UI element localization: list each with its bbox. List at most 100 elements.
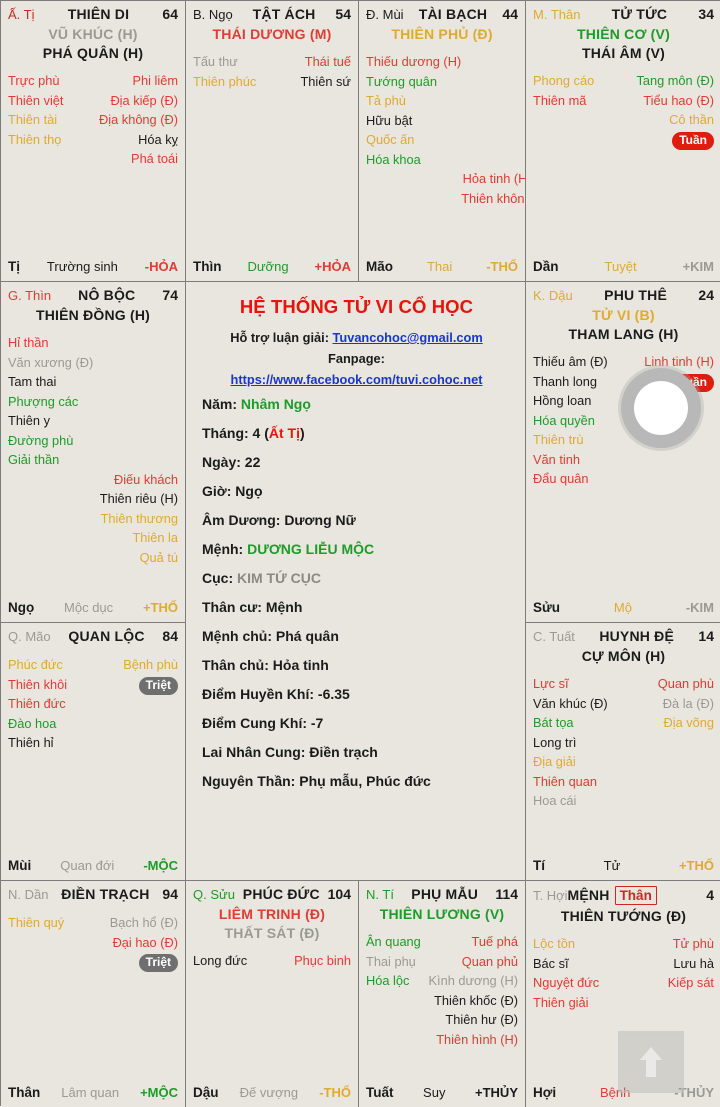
palace-age: 14 (698, 628, 714, 644)
palace-header: Đ. Mùi TÀI BẠCH 44 (366, 6, 518, 23)
palace-lifecycle: Tử (603, 858, 621, 873)
palace-footer: Mùi Quan đới -MỘC (8, 858, 178, 880)
palace-name: NÔ BỘC (78, 287, 136, 303)
minor-star: Văn khúc (Đ) (533, 695, 608, 711)
palace-element: -HỎA (144, 259, 178, 274)
palace-name: PHÚC ĐỨC (242, 886, 320, 902)
minor-stars: Phúc đức Thiên khôi Thiên đức Đào hoa Thiên … (8, 655, 178, 858)
minor-star: Nguyệt đức (533, 975, 600, 990)
minor-star: Hỉ thần (8, 335, 49, 350)
info-label: Mệnh: (202, 541, 248, 557)
info-label: Cục: (202, 570, 237, 586)
minor-star: Phục binh (294, 953, 351, 968)
minor-stars-right: Hỏa tinh (H) Thiên không (461, 169, 525, 259)
minor-stars-right: Linh tinh (H) Tuần (644, 352, 714, 600)
major-star: THIÊN TƯỚNG (Đ) (560, 908, 687, 924)
palace-quan-lộc[interactable]: Q. Mão QUAN LỘC 84 Phúc đức Thiên khôi Thiên … (1, 623, 186, 881)
palace-stem-branch: Ấ. Tị (8, 7, 35, 22)
palace-lifecycle: Mộc dục (64, 600, 114, 615)
info-row: Nguyên Thần: Phụ mẫu, Phúc đức (202, 767, 511, 796)
minor-star: Văn tinh (533, 451, 580, 467)
minor-star: Phi liêm (132, 73, 178, 88)
info-label-close: ) (300, 425, 305, 441)
palace-phụ-mẫu[interactable]: N. Tí PHỤ MẪU 114 THIÊN LƯƠNG (V) Ân quang Th… (359, 881, 526, 1107)
major-stars: THIÊN TƯỚNG (Đ) (533, 907, 714, 926)
palace-element: +THỦY (475, 1085, 518, 1100)
palace-lifecycle: Lâm quan (61, 1085, 120, 1100)
major-stars: THIÊN LƯƠNG (V) (366, 905, 518, 924)
major-star: CỰ MÔN (H) (581, 648, 666, 664)
palace-footer: Mão Thai -THỔ (366, 259, 518, 281)
palace-name: PHU THÊ (604, 287, 668, 303)
info-row: Mệnh: DƯƠNG LIỄU MỘC (202, 535, 511, 564)
major-star: PHÁ QUÂN (H) (42, 45, 144, 61)
minor-star: Quan phù (657, 676, 714, 691)
minor-stars-right: Tang môn (Đ) Tiểu hao (Đ) Cô thần Tuần (636, 71, 714, 259)
minor-stars-left: Ân quang Thai phụ Hóa lộc (366, 932, 421, 1085)
palace-stem-branch: B. Ngọ (193, 7, 233, 22)
palace-name: TẬT ÁCH (252, 6, 316, 22)
tuan-tag: Tuần (672, 131, 714, 150)
minor-star: Điếu khách (113, 471, 178, 487)
palace-footer: Tị Trường sinh -HỎA (8, 259, 178, 281)
info-label: Điểm Huyền Khí: (202, 686, 318, 702)
palace-header: M. Thân TỬ TỨC 34 (533, 6, 714, 23)
minor-star: Long đức (193, 953, 248, 968)
info-row: Giờ: Ngọ (202, 477, 511, 506)
minor-star: Lực sĩ (533, 676, 569, 691)
minor-star: Quả tú (139, 549, 178, 565)
info-row: Tháng: 4 (Ất Tị) (202, 419, 511, 448)
info-row: Năm: Nhâm Ngọ (202, 390, 511, 419)
minor-stars-left: Tấu thư Thiên phúc (193, 52, 256, 259)
minor-star: Phá toái (131, 151, 178, 166)
minor-star: Thiên việt (8, 92, 64, 108)
palace-stem-branch: Đ. Mùi (366, 7, 404, 22)
palace-tài-bạch[interactable]: Đ. Mùi TÀI BẠCH 44 THIÊN PHỦ (Đ) Thiếu dương… (359, 1, 526, 282)
palace-huynh-đệ[interactable]: C. Tuất HUYNH ĐỆ 14 CỰ MÔN (H) Lực sĩ Văn khú… (526, 623, 720, 881)
major-stars: TỬ VI (B) THAM LANG (H) (533, 306, 714, 344)
palace-tử-tức[interactable]: M. Thân TỬ TỨC 34 THIÊN CƠ (V) THÁI ÂM (V) Ph… (526, 1, 720, 282)
minor-star: Hóa lộc (366, 973, 410, 988)
palace-age: 34 (698, 6, 714, 22)
minor-star: Cô thần (669, 112, 714, 127)
major-stars: THÁI DƯƠNG (M) (193, 25, 351, 44)
scroll-to-top-button[interactable] (618, 1031, 684, 1093)
minor-star: Thái tuế (304, 54, 351, 69)
palace-name: PHỤ MẪU (411, 886, 479, 902)
palace-name: QUAN LỘC (68, 628, 145, 644)
palace-phu-thê[interactable]: K. Dậu PHU THÊ 24 TỬ VI (B) THAM LANG (H) Thi… (526, 282, 720, 623)
palace-element: +THỔ (678, 858, 714, 873)
palace-age: 24 (698, 287, 714, 303)
palace-tật-ách[interactable]: B. Ngọ TẬT ÁCH 54 THÁI DƯƠNG (M) Tấu thư Thiê… (186, 1, 359, 282)
minor-star: Địa kiếp (Đ) (110, 92, 178, 108)
palace-name: MỆNH (567, 887, 610, 903)
palace-header: G. Thìn NÔ BỘC 74 (8, 287, 178, 304)
major-star: VŨ KHÚC (H) (48, 26, 138, 42)
minor-star: Địa võng (663, 715, 714, 730)
fanpage-link[interactable]: https://www.facebook.com/tuvi.cohoc.net (231, 372, 483, 387)
palace-nô-bộc[interactable]: G. Thìn NÔ BỘC 74 THIÊN ĐỒNG (H) Hỉ thần Văn … (1, 282, 186, 623)
triet-tag: Triệt (138, 954, 178, 972)
palace-header: C. Tuất HUYNH ĐỆ 14 (533, 628, 714, 645)
minor-stars-left: Phúc đức Thiên khôi Thiên đức Đào hoa Thiên … (8, 655, 67, 858)
palace-element: +HỎA (314, 259, 351, 274)
info-label: Ngày: (202, 454, 245, 470)
minor-star: Bác sĩ (533, 955, 569, 971)
major-stars: LIÊM TRINH (Đ) THẤT SÁT (Đ) (193, 905, 351, 943)
tuan-tag: Tuần (672, 373, 714, 392)
palace-stem-branch: Q. Sửu (193, 887, 235, 902)
palace-điền-trạch[interactable]: N. Dần ĐIỀN TRẠCH 94 Thiên quý Bạch hổ (Đ) Đạ… (1, 881, 186, 1107)
minor-star: Thiên thọ (8, 131, 62, 147)
minor-star: Hoa cái (533, 793, 577, 808)
info-value: Nhâm Ngọ (240, 396, 311, 412)
palace-thiên-di[interactable]: Ấ. Tị THIÊN DI 64 VŨ KHÚC (H) PHÁ QUÂN (H) Tr… (1, 1, 186, 282)
palace-phúc-đức[interactable]: Q. Sửu PHÚC ĐỨC 104 LIÊM TRINH (Đ) THẤT SÁT … (186, 881, 359, 1107)
info-label: Thân cư: (202, 599, 266, 615)
palace-element: +KIM (682, 259, 714, 274)
info-row: Điểm Huyền Khí: -6.35 (202, 680, 511, 709)
major-stars: THIÊN CƠ (V) THÁI ÂM (V) (533, 25, 714, 63)
support-email-link[interactable]: Tuvancohoc@gmail.com (333, 330, 483, 345)
minor-star: Thiên quan (533, 773, 598, 789)
minor-star: Phượng các (8, 393, 79, 409)
palace-header: N. Dần ĐIỀN TRẠCH 94 (8, 886, 178, 903)
